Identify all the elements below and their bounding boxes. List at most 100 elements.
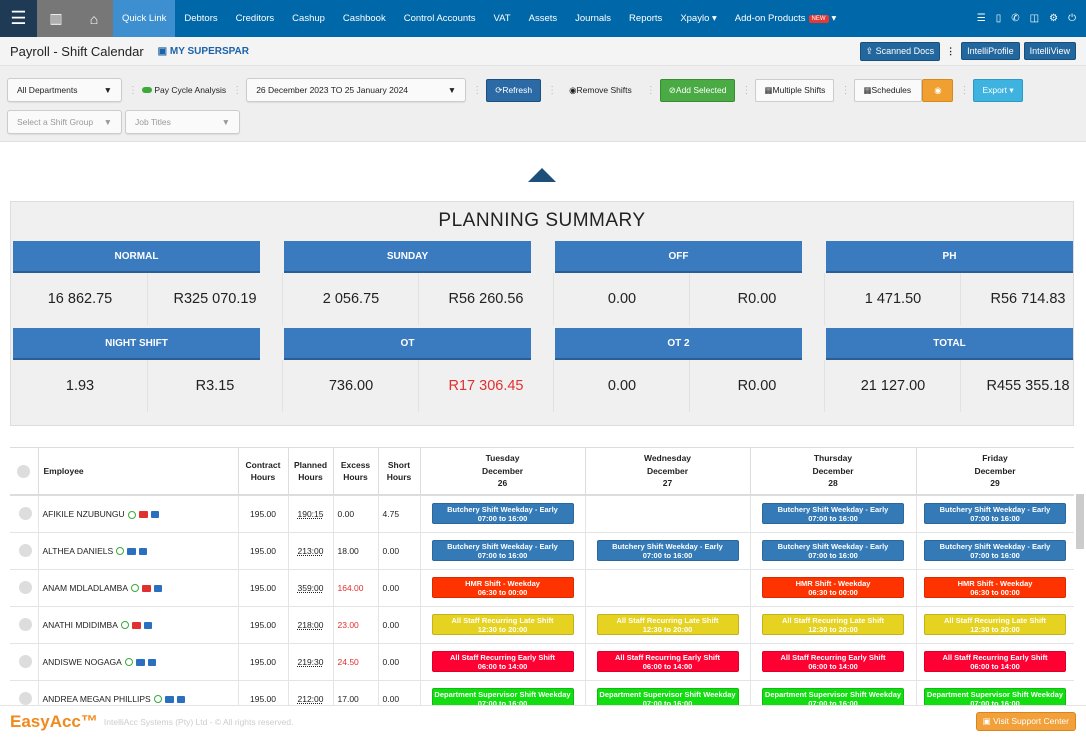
day-cell[interactable]: Department Supervisor Shift Weekday 07:00… xyxy=(585,680,751,705)
map-icon[interactable] xyxy=(147,658,156,666)
map-icon[interactable] xyxy=(176,695,185,703)
day-cell[interactable]: Butchery Shift Weekday - Early 07:00 to 1… xyxy=(750,532,917,570)
nav-item[interactable]: Reports xyxy=(620,0,671,37)
power-icon[interactable]: ⏻ xyxy=(1068,13,1076,24)
row-select[interactable] xyxy=(10,569,39,607)
day-cell[interactable]: Butchery Shift Weekday - Early 07:00 to 1… xyxy=(420,532,586,570)
day-cell[interactable]: HMR Shift - Weekday 06:30 to 00:00 xyxy=(420,569,586,607)
nav-item[interactable]: Debtors xyxy=(175,0,226,37)
shift-block[interactable]: Department Supervisor Shift Weekday 07:00… xyxy=(431,688,574,705)
day-cell[interactable]: Butchery Shift Weekday - Early 07:00 to 1… xyxy=(585,532,751,570)
shift-block[interactable]: All Staff Recurring Late Shift 12:30 to 2… xyxy=(596,614,739,635)
day-cell[interactable]: Butchery Shift Weekday - Early 07:00 to 1… xyxy=(420,495,586,533)
day-cell[interactable]: All Staff Recurring Late Shift 12:30 to 2… xyxy=(916,606,1074,644)
day-cell[interactable]: All Staff Recurring Early Shift 06:00 to … xyxy=(585,643,751,681)
day-cell-empty[interactable] xyxy=(585,495,751,533)
id-card-icon[interactable] xyxy=(138,511,148,518)
planned-hours-value[interactable]: 219:30 xyxy=(298,657,324,667)
shift-block[interactable]: Department Supervisor Shift Weekday 07:00… xyxy=(924,688,1066,705)
shift-block[interactable]: Butchery Shift Weekday - Early 07:00 to 1… xyxy=(924,540,1066,561)
shift-block[interactable]: Butchery Shift Weekday - Early 07:00 to 1… xyxy=(762,540,904,561)
day-cell[interactable]: Department Supervisor Shift Weekday 07:00… xyxy=(750,680,917,705)
shift-block[interactable]: HMR Shift - Weekday 06:30 to 00:00 xyxy=(431,577,574,598)
row-select[interactable] xyxy=(10,680,39,705)
view-eye-icon[interactable] xyxy=(131,584,139,593)
row-select[interactable] xyxy=(10,606,39,644)
shift-block[interactable]: All Staff Recurring Early Shift 06:00 to … xyxy=(431,651,574,672)
map-icon[interactable] xyxy=(143,621,152,629)
employee-header[interactable]: Employee xyxy=(38,448,239,496)
nav-item[interactable]: Assets xyxy=(520,0,567,37)
shift-block[interactable]: Department Supervisor Shift Weekday 07:00… xyxy=(596,688,739,705)
multiple-shifts-button[interactable]: ▦ Multiple Shifts xyxy=(755,78,835,102)
export-button[interactable]: Export ▾ xyxy=(973,78,1023,102)
gear-icon[interactable]: ⚙ xyxy=(1049,13,1058,24)
view-eye-icon[interactable] xyxy=(153,695,162,704)
remove-shifts-button[interactable]: ◉ Remove Shifts xyxy=(561,79,640,102)
nav-item[interactable]: Add-on Products NEW ▾ xyxy=(726,0,846,37)
nav-item[interactable]: Quick Link xyxy=(113,0,176,37)
planned-hours-value[interactable]: 213:00 xyxy=(298,546,324,556)
shift-block[interactable]: All Staff Recurring Early Shift 06:00 to … xyxy=(596,651,739,672)
planned-hours-value[interactable]: 212:00 xyxy=(298,694,324,704)
table-row[interactable]: ALTHEA DANIELS 195.00 213:00 18.00 0.00 B… xyxy=(10,532,1074,570)
employee-name[interactable]: ALTHEA DANIELS xyxy=(43,546,114,556)
collapse-chevron-icon[interactable] xyxy=(528,168,556,182)
day-cell[interactable]: All Staff Recurring Late Shift 12:30 to 2… xyxy=(420,606,586,644)
shift-block[interactable]: All Staff Recurring Late Shift 12:30 to 2… xyxy=(762,614,904,635)
shift-block[interactable]: HMR Shift - Weekday 06:30 to 00:00 xyxy=(924,577,1066,598)
view-eye-icon[interactable] xyxy=(116,547,125,556)
nav-item[interactable]: Control Accounts xyxy=(395,0,485,37)
id-card-icon[interactable] xyxy=(131,621,141,629)
shift-block[interactable]: All Staff Recurring Early Shift 06:00 to … xyxy=(762,651,904,672)
eye-toggle-button[interactable]: ◉ xyxy=(922,78,954,102)
store-icon[interactable]: ⌂ xyxy=(75,0,113,37)
shift-block[interactable]: All Staff Recurring Early Shift 06:00 to … xyxy=(924,651,1066,672)
planned-hours-value[interactable]: 218:00 xyxy=(298,620,324,630)
view-eye-icon[interactable] xyxy=(120,621,129,630)
day-cell[interactable]: All Staff Recurring Late Shift 12:30 to 2… xyxy=(585,606,751,644)
table-row[interactable]: ANAM MDLADLAMBA 195.00 359:00 164.00 0.0… xyxy=(10,569,1074,607)
id-card-icon[interactable] xyxy=(164,695,174,703)
id-card-icon[interactable] xyxy=(142,584,151,592)
contract-hours-header[interactable]: Contract Hours xyxy=(238,448,289,496)
shift-block[interactable]: HMR Shift - Weekday 06:30 to 00:00 xyxy=(762,577,904,598)
row-radio[interactable] xyxy=(19,581,33,594)
nav-item[interactable]: Creditors xyxy=(227,0,284,37)
shift-group-select[interactable]: Select a Shift Group ▼ xyxy=(7,110,122,134)
view-eye-icon[interactable] xyxy=(127,510,136,519)
support-center-button[interactable]: ▣ Visit Support Center xyxy=(975,712,1076,731)
row-select[interactable] xyxy=(10,495,39,533)
shift-block[interactable]: Butchery Shift Weekday - Early 07:00 to 1… xyxy=(431,540,574,561)
row-radio[interactable] xyxy=(19,618,33,631)
select-all-header[interactable] xyxy=(10,448,39,496)
nav-item[interactable]: Journals xyxy=(566,0,620,37)
day-cell-empty[interactable] xyxy=(585,569,751,607)
day-cell[interactable]: Butchery Shift Weekday - Early 07:00 to 1… xyxy=(916,532,1074,570)
planned-hours-value[interactable]: 359:00 xyxy=(298,583,324,593)
nav-item[interactable]: VAT xyxy=(485,0,520,37)
table-row[interactable]: ANDISWE NOGAGA 195.00 219:30 24.50 0.00 A… xyxy=(10,643,1074,681)
employee-name[interactable]: AFIKILE NZUBUNGU xyxy=(43,509,125,519)
row-select[interactable] xyxy=(10,532,39,570)
row-radio[interactable] xyxy=(19,692,33,705)
map-icon[interactable] xyxy=(150,511,159,518)
short-hours-header[interactable]: Short Hours xyxy=(378,448,421,496)
nav-item[interactable]: Xpaylo ▾ xyxy=(671,0,725,37)
refresh-button[interactable]: ⟳ Refresh xyxy=(486,78,542,102)
day-cell[interactable]: All Staff Recurring Early Shift 06:00 to … xyxy=(750,643,917,681)
row-radio[interactable] xyxy=(19,507,33,521)
add-selected-button[interactable]: ⊘ Add Selected xyxy=(659,78,736,102)
employee-name[interactable]: ANAM MDLADLAMBA xyxy=(43,583,129,593)
shift-block[interactable]: Butchery Shift Weekday - Early 07:00 to 1… xyxy=(924,503,1066,525)
pay-cycle-toggle[interactable]: Pay Cycle Analysis xyxy=(142,85,226,95)
database-icon[interactable]: ☰ xyxy=(977,13,986,24)
day-cell[interactable]: HMR Shift - Weekday 06:30 to 00:00 xyxy=(750,569,917,607)
excess-hours-header[interactable]: Excess Hours xyxy=(333,448,379,496)
day-cell[interactable]: Butchery Shift Weekday - Early 07:00 to 1… xyxy=(916,495,1074,533)
intelliprofile-button[interactable]: IntelliProfile xyxy=(961,42,1020,60)
shift-block[interactable]: Department Supervisor Shift Weekday 07:00… xyxy=(762,688,904,705)
day-cell[interactable]: All Staff Recurring Early Shift 06:00 to … xyxy=(420,643,586,681)
day-cell[interactable]: HMR Shift - Weekday 06:30 to 00:00 xyxy=(916,569,1074,607)
day-cell[interactable]: Butchery Shift Weekday - Early 07:00 to 1… xyxy=(750,495,917,533)
